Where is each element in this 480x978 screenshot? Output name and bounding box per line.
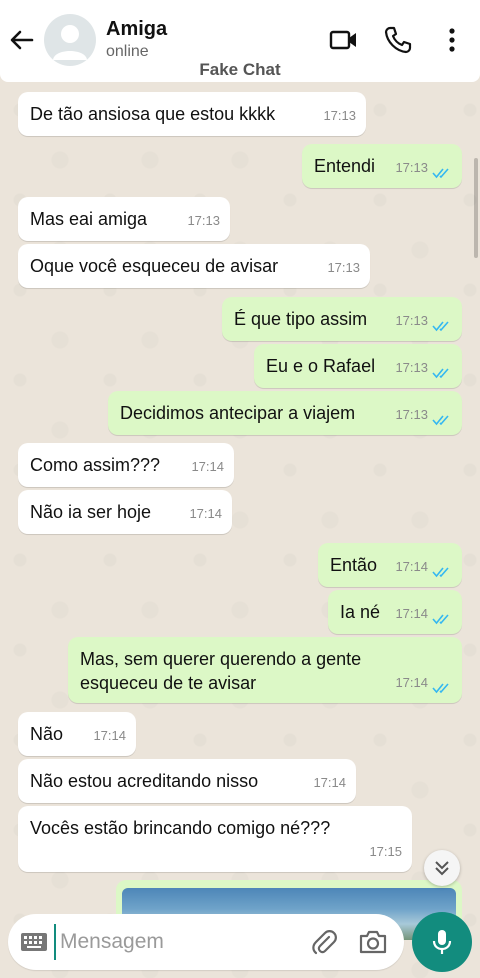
incoming-message[interactable]: De tão ansiosa que estou kkkk 17:13 [18, 92, 366, 136]
message-composer[interactable] [8, 914, 404, 970]
message-time: 17:13 [395, 407, 428, 422]
chevron-double-down-icon [435, 861, 449, 876]
read-ticks-icon [432, 683, 449, 694]
incoming-message[interactable]: Como assim??? 17:14 [18, 443, 234, 487]
message-time: 17:15 [369, 844, 402, 859]
incoming-message[interactable]: Não estou acreditando nisso 17:14 [18, 759, 356, 803]
read-ticks-icon [432, 614, 449, 625]
outgoing-message[interactable]: Entendi 17:13 [302, 144, 462, 188]
message-time: 17:14 [395, 559, 428, 574]
read-ticks-icon [432, 567, 449, 578]
paperclip-icon[interactable] [310, 928, 338, 956]
keyboard-icon[interactable] [20, 930, 48, 954]
outgoing-message[interactable]: É que tipo assim 17:13 [222, 297, 462, 341]
phone-icon[interactable] [382, 24, 414, 56]
watermark-label: Fake Chat [199, 60, 281, 79]
contact-status: online [106, 43, 149, 60]
message-time: 17:14 [395, 606, 428, 621]
read-ticks-icon [432, 168, 449, 179]
message-time: 17:13 [395, 160, 428, 175]
message-text: Então [330, 555, 378, 575]
message-time: 17:13 [395, 313, 428, 328]
outgoing-message[interactable]: Ia né 17:14 [328, 590, 462, 634]
video-camera-icon[interactable] [328, 24, 360, 56]
message-time: 17:14 [189, 506, 222, 521]
incoming-message[interactable]: Não ia ser hoje 17:14 [18, 490, 232, 534]
message-text: Vocês estão brincando comigo né??? [30, 818, 331, 838]
outgoing-message[interactable]: Decidimos antecipar a viajem 17:13 [108, 391, 462, 435]
message-text: Não estou acreditando nisso [30, 771, 259, 791]
message-time: 17:14 [191, 459, 224, 474]
message-text: Eu e o Rafael [266, 356, 376, 376]
message-time: 17:14 [313, 775, 346, 790]
message-time: 17:13 [187, 213, 220, 228]
message-input[interactable] [54, 924, 294, 960]
message-text: Como assim??? [30, 455, 161, 475]
read-ticks-icon [432, 321, 449, 332]
message-time: 17:13 [327, 260, 360, 275]
message-time: 17:14 [395, 675, 428, 690]
message-text: Ia né [340, 602, 381, 622]
incoming-message[interactable]: Oque você esqueceu de avisar 17:13 [18, 244, 370, 288]
contact-name[interactable]: Amiga [106, 18, 167, 41]
message-text: Oque você esqueceu de avisar [30, 256, 279, 276]
message-text: Decidimos antecipar a viajem [120, 403, 356, 423]
incoming-message[interactable]: Não 17:14 [18, 712, 136, 756]
outgoing-message[interactable]: Mas, sem querer querendo a gente esquece… [68, 637, 462, 703]
arrow-left-icon[interactable] [8, 26, 36, 54]
more-vert-icon[interactable] [436, 24, 468, 56]
read-ticks-icon [432, 415, 449, 426]
message-text: De tão ansiosa que estou kkkk [30, 104, 276, 124]
incoming-message[interactable]: Mas eai amiga 17:13 [18, 197, 230, 241]
read-ticks-icon [432, 368, 449, 379]
message-time: 17:13 [395, 360, 428, 375]
message-text: É que tipo assim [234, 309, 368, 329]
message-text: Entendi [314, 156, 376, 176]
avatar[interactable] [44, 14, 96, 66]
message-text: Mas, sem querer querendo a gente esquece… [80, 649, 362, 693]
outgoing-message[interactable]: Eu e o Rafael 17:13 [254, 344, 462, 388]
message-time: 17:13 [323, 108, 356, 123]
message-text: Não [30, 724, 64, 744]
default-avatar-icon [53, 25, 87, 60]
message-text: Não ia ser hoje [30, 502, 152, 522]
voice-record-button[interactable] [412, 912, 472, 972]
message-list[interactable]: De tão ansiosa que estou kkkk 17:13 Ente… [0, 0, 480, 978]
microphone-icon [432, 930, 452, 954]
message-time: 17:14 [93, 728, 126, 743]
camera-icon[interactable] [358, 928, 388, 956]
scroll-to-bottom-button[interactable] [424, 850, 460, 886]
message-text: Mas eai amiga [30, 209, 148, 229]
outgoing-message[interactable]: Então 17:14 [318, 543, 462, 587]
incoming-message[interactable]: Vocês estão brincando comigo né??? 17:15 [18, 806, 412, 872]
scrollbar[interactable] [474, 158, 478, 258]
